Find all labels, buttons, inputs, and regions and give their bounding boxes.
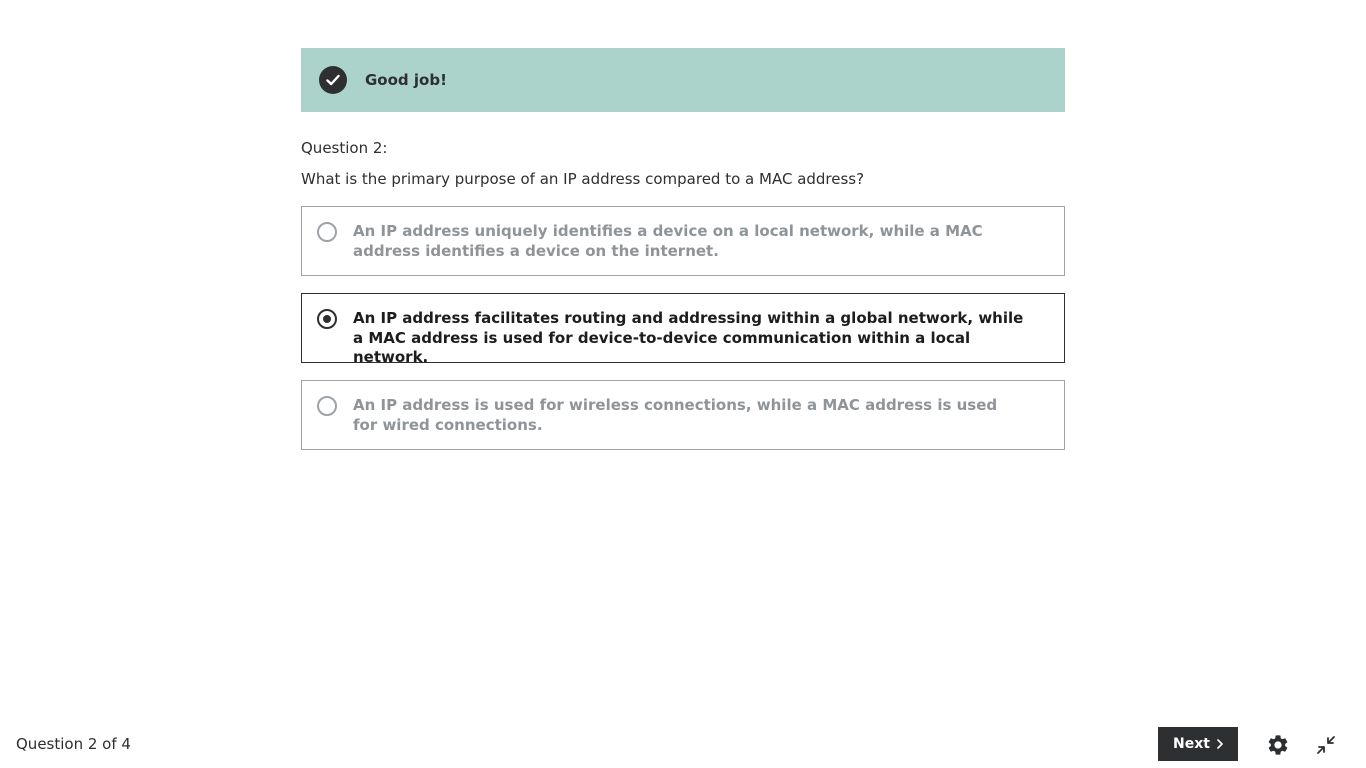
answer-option-2[interactable]: An IP address facilitates routing and ad…	[301, 293, 1065, 366]
question-prompt: What is the primary purpose of an IP add…	[301, 170, 865, 188]
question-number: Question 2:	[301, 139, 388, 157]
check-circle-icon	[319, 66, 347, 94]
radio-button[interactable]	[317, 222, 337, 242]
quiz-panel: Good job! Question 2: What is the primar…	[301, 48, 1065, 467]
feedback-message: Good job!	[365, 71, 447, 89]
answer-options: An IP address uniquely identifies a devi…	[301, 206, 1065, 450]
answer-option-1[interactable]: An IP address uniquely identifies a devi…	[301, 206, 1065, 276]
exit-fullscreen-icon[interactable]	[1314, 733, 1338, 757]
answer-option-text: An IP address is used for wireless conne…	[353, 396, 998, 434]
radio-button-selected[interactable]	[317, 309, 337, 329]
answer-option-text: An IP address uniquely identifies a devi…	[353, 222, 983, 260]
radio-button[interactable]	[317, 396, 337, 416]
answer-option-3[interactable]: An IP address is used for wireless conne…	[301, 380, 1065, 450]
radio-selected-dot	[323, 315, 331, 323]
question-progress: Question 2 of 4	[16, 735, 131, 753]
next-button[interactable]: Next	[1158, 727, 1238, 761]
next-button-label: Next	[1173, 736, 1210, 752]
gear-icon[interactable]	[1266, 733, 1290, 757]
chevron-right-icon	[1217, 739, 1223, 749]
answer-option-text: An IP address facilitates routing and ad…	[353, 309, 1024, 366]
feedback-banner: Good job!	[301, 48, 1065, 112]
quiz-page: Good job! Question 2: What is the primar…	[0, 0, 1366, 768]
